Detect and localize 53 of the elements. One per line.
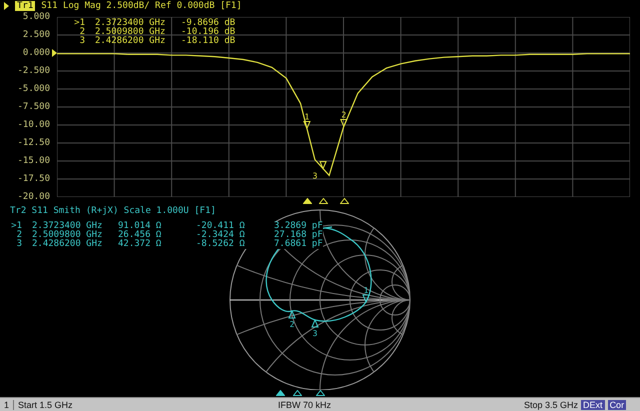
marker-capacitance: 7.6861 pF xyxy=(274,240,323,249)
marker-triangle-icon xyxy=(288,310,296,318)
marker-value: -10.196 dB xyxy=(181,28,236,37)
marker-label: 2 xyxy=(78,28,85,37)
marker-capacitance: 27.168 pF xyxy=(274,231,323,240)
if-bandwidth: IFBW 70 kHz xyxy=(278,400,332,410)
axis-tick-label: -2.500 xyxy=(17,66,50,76)
status-badge[interactable]: Cor xyxy=(608,400,626,410)
axis-tick-label: 5.000 xyxy=(22,12,50,22)
marker-reactance: -2.3424 Ω xyxy=(196,231,274,240)
marker-value: -9.8696 dB xyxy=(181,19,236,28)
marker-label: >1 xyxy=(73,19,85,28)
axis-tick-label: -17.50 xyxy=(17,174,50,184)
active-trace-arrow-icon xyxy=(4,2,9,10)
trace-label[interactable]: Tr1 xyxy=(15,1,36,11)
marker-number: 1 xyxy=(364,286,368,295)
marker-number: 3 xyxy=(312,329,318,338)
axis-tick-label: 0.000 xyxy=(22,48,50,58)
marker-frequency: 2.4286200 GHz xyxy=(95,37,166,46)
stimulus-marker-icon[interactable] xyxy=(302,198,312,204)
stimulus-marker-icon[interactable] xyxy=(340,198,349,204)
marker-number: 3 xyxy=(312,172,318,181)
trace-title: Tr2 S11 Smith (R+jX) Scale 1.000U [F1] xyxy=(10,206,216,216)
marker-reactance: -20.411 Ω xyxy=(196,222,274,231)
marker-number: 2 xyxy=(341,110,346,120)
stimulus-marker-icon[interactable] xyxy=(319,198,328,204)
marker-number: 2 xyxy=(290,320,294,329)
axis-tick-label: -7.500 xyxy=(17,102,50,112)
marker-value: -18.110 dB xyxy=(181,37,236,46)
marker-frequency: 2.5009800 GHz xyxy=(95,28,166,37)
axis-tick-label: 2.500 xyxy=(22,30,50,40)
channel-number: 1 xyxy=(0,400,14,410)
trace-title: S11 Log Mag 2.500dB/ Ref 0.000dB [F1] xyxy=(41,0,242,12)
reference-arrow-icon xyxy=(52,49,57,57)
marker-number: 1 xyxy=(304,112,310,122)
marker-triangle-icon xyxy=(340,119,348,128)
axis-tick-label: -20.00 xyxy=(17,192,50,202)
marker-triangle-icon xyxy=(362,294,370,304)
stop-frequency: Stop 3.5 GHz xyxy=(524,400,578,410)
marker-label: 3 xyxy=(78,37,85,46)
marker-triangle-icon xyxy=(319,161,327,170)
stimulus-marker-icon[interactable] xyxy=(316,390,325,396)
axis-tick-label: -5.000 xyxy=(17,84,50,94)
marker-triangle-icon xyxy=(303,120,311,130)
axis-tick-label: -12.50 xyxy=(17,138,50,148)
axis-tick-label: -15.00 xyxy=(17,156,50,166)
status-badge[interactable]: DExt xyxy=(581,400,605,410)
start-frequency: Start 1.5 GHz xyxy=(18,400,74,410)
marker-triangle-icon xyxy=(311,318,319,328)
axis-tick-label: -10.00 xyxy=(17,120,50,130)
marker-capacitance: 3.2869 pF xyxy=(274,222,323,231)
marker-frequency: 2.3723400 GHz xyxy=(95,19,166,28)
stimulus-marker-icon[interactable] xyxy=(293,390,302,396)
